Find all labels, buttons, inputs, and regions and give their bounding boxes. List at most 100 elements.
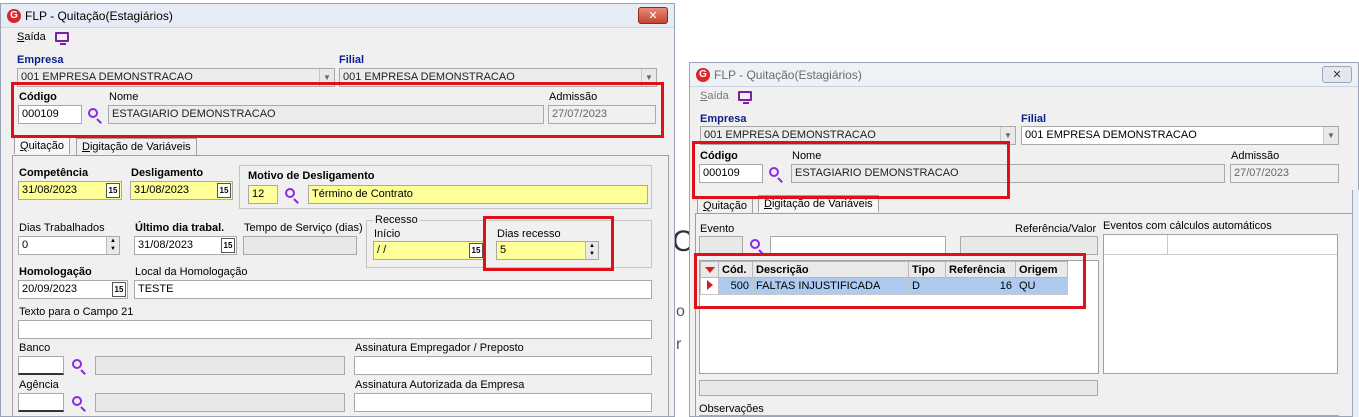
admissao-label: Admissão <box>1231 150 1280 162</box>
recesso-inicio-value: / / <box>377 244 387 256</box>
tempo-servico-field <box>243 236 357 255</box>
assinatura-empregador-input[interactable] <box>354 356 652 375</box>
app-logo-icon: G <box>7 9 21 23</box>
tab-digitacao-label: igitação de Variáveis <box>771 198 873 210</box>
search-icon[interactable] <box>284 187 300 204</box>
tab-digitacao-label: igitação de Variáveis <box>89 141 191 153</box>
highlight-box <box>694 253 1086 309</box>
agencia-desc-field <box>95 393 345 412</box>
tempo-servico-label: Tempo de Serviço (dias) <box>244 222 363 234</box>
homologacao-input[interactable]: 20/09/2023 15 <box>18 280 128 299</box>
search-icon[interactable] <box>71 395 87 412</box>
search-icon[interactable] <box>71 358 87 375</box>
tab-digitacao-accel: D <box>764 198 772 210</box>
tab-quitacao-accel: Q <box>20 140 29 152</box>
ultimo-dia-label: Último dia trabal. <box>135 222 225 234</box>
tab-quitacao[interactable]: Quitação <box>697 197 754 214</box>
calendar-icon[interactable]: 15 <box>106 183 120 198</box>
empresa-label: Empresa <box>700 113 747 125</box>
desligamento-label: Desligamento <box>131 167 204 179</box>
chevron-down-icon[interactable]: ▼ <box>1323 127 1338 144</box>
texto-campo21-input[interactable] <box>18 320 652 339</box>
search-icon[interactable] <box>749 238 765 255</box>
banco-desc-field <box>95 356 345 375</box>
motivo-label: Motivo de Desligamento <box>248 170 375 182</box>
empresa-value: 001 EMPRESA DEMONSTRACAO <box>704 129 876 141</box>
homologacao-label: Homologação <box>19 266 92 278</box>
desligamento-value: 31/08/2023 <box>134 184 190 196</box>
motivo-code-input[interactable]: 12 <box>248 185 278 204</box>
window-title: FLP - Quitação(Estagiários) <box>714 68 862 82</box>
list-header-cell <box>1104 235 1168 254</box>
evento-label: Evento <box>700 223 735 235</box>
filial-value: 001 EMPRESA DEMONSTRACAO <box>1025 129 1197 141</box>
window-title: FLP - Quitação(Estagiários) <box>25 9 173 23</box>
observacoes-label: Observações <box>699 403 764 415</box>
title-bar[interactable]: G FLP - Quitação(Estagiários) ✕ <box>690 63 1358 87</box>
tab-quitacao-label: uitação <box>711 200 748 212</box>
filial-label: Filial <box>1021 113 1047 125</box>
calendar-icon[interactable]: 15 <box>469 243 483 258</box>
recesso-label: Recesso <box>373 214 420 226</box>
eventos-calculos-label: Eventos com cálculos automáticos <box>1103 220 1272 232</box>
calendar-icon[interactable]: 15 <box>221 238 235 253</box>
dias-trabalhados-value: 0 <box>22 239 29 251</box>
list-header <box>1104 235 1337 255</box>
calendar-icon[interactable]: 15 <box>217 183 231 198</box>
homologacao-value: 20/09/2023 <box>22 283 78 295</box>
highlight-box <box>483 216 614 271</box>
eventos-calculos-list[interactable] <box>1103 234 1338 374</box>
local-homologacao-label: Local da Homologação <box>135 266 248 278</box>
title-bar[interactable]: G FLP - Quitação(Estagiários) ✕ <box>1 4 674 28</box>
dias-trabalhados-label: Dias Trabalhados <box>19 222 105 234</box>
assinatura-autorizada-input[interactable] <box>354 393 652 412</box>
menu-saida[interactable]: Saída <box>17 31 69 46</box>
tab-digitacao-variaveis[interactable]: Digitação de Variáveis <box>76 138 197 155</box>
monitor-icon[interactable] <box>54 32 69 46</box>
competencia-input[interactable]: 31/08/2023 15 <box>18 181 122 200</box>
referencia-valor-label: Referência/Valor <box>1015 223 1097 235</box>
highlight-box <box>11 82 664 138</box>
evento-status-field <box>699 380 1098 396</box>
empresa-label: Empresa <box>17 54 64 66</box>
quitacao-window-variaveis: G FLP - Quitação(Estagiários) ✕ Saída Em… <box>689 62 1359 417</box>
tab-quitacao-label: uitação <box>28 140 65 152</box>
competencia-value: 31/08/2023 <box>22 184 78 196</box>
spin-arrows-icon[interactable]: ▲ ▼ <box>106 237 119 254</box>
local-homologacao-input[interactable]: TESTE <box>134 280 652 299</box>
app-logo-icon: G <box>696 68 710 82</box>
ultimo-dia-input[interactable]: 31/08/2023 15 <box>134 236 237 255</box>
banco-input[interactable] <box>18 356 64 375</box>
desligamento-input[interactable]: 31/08/2023 15 <box>130 181 233 200</box>
menu-saida-label: aída <box>24 31 46 43</box>
agencia-input[interactable] <box>18 393 64 412</box>
menu-saida-label: aída <box>707 90 729 102</box>
right-edge-strip <box>1352 190 1359 417</box>
texto-campo21-label: Texto para o Campo 21 <box>19 306 134 318</box>
assinatura-empregador-label: Assinatura Empregador / Preposto <box>355 342 524 354</box>
motivo-desc-field: Término de Contrato <box>308 185 648 204</box>
ultimo-dia-value: 31/08/2023 <box>138 239 194 251</box>
close-button[interactable]: ✕ <box>1322 66 1352 83</box>
close-button[interactable]: ✕ <box>638 7 668 24</box>
competencia-label: Competência <box>19 167 89 179</box>
background-text-fragment: r <box>676 336 682 353</box>
admissao-field: 27/07/2023 <box>1230 164 1339 183</box>
filial-select[interactable]: 001 EMPRESA DEMONSTRACAO ▼ <box>1021 126 1339 145</box>
tab-digitacao-accel: D <box>82 141 90 153</box>
recesso-inicio-label: Início <box>374 228 401 240</box>
tab-quitacao-accel: Q <box>703 200 712 212</box>
quitacao-window-main: G FLP - Quitação(Estagiários) ✕ Saída Em… <box>0 3 675 417</box>
assinatura-autorizada-label: Assinatura Autorizada da Empresa <box>355 379 525 391</box>
banco-label: Banco <box>19 342 51 354</box>
background-text-fragment: o <box>676 303 685 320</box>
menu-saida[interactable]: Saída <box>700 90 752 105</box>
dias-trabalhados-input[interactable]: 0 ▲ ▼ <box>18 236 120 255</box>
list-header-cell <box>1168 235 1337 254</box>
tab-quitacao[interactable]: Quitação <box>14 137 71 154</box>
agencia-label: Agência <box>19 379 59 391</box>
highlight-box <box>692 141 1010 199</box>
calendar-icon[interactable]: 15 <box>112 282 126 297</box>
monitor-icon[interactable] <box>737 91 752 105</box>
recesso-inicio-input[interactable]: / / 15 <box>373 241 485 260</box>
